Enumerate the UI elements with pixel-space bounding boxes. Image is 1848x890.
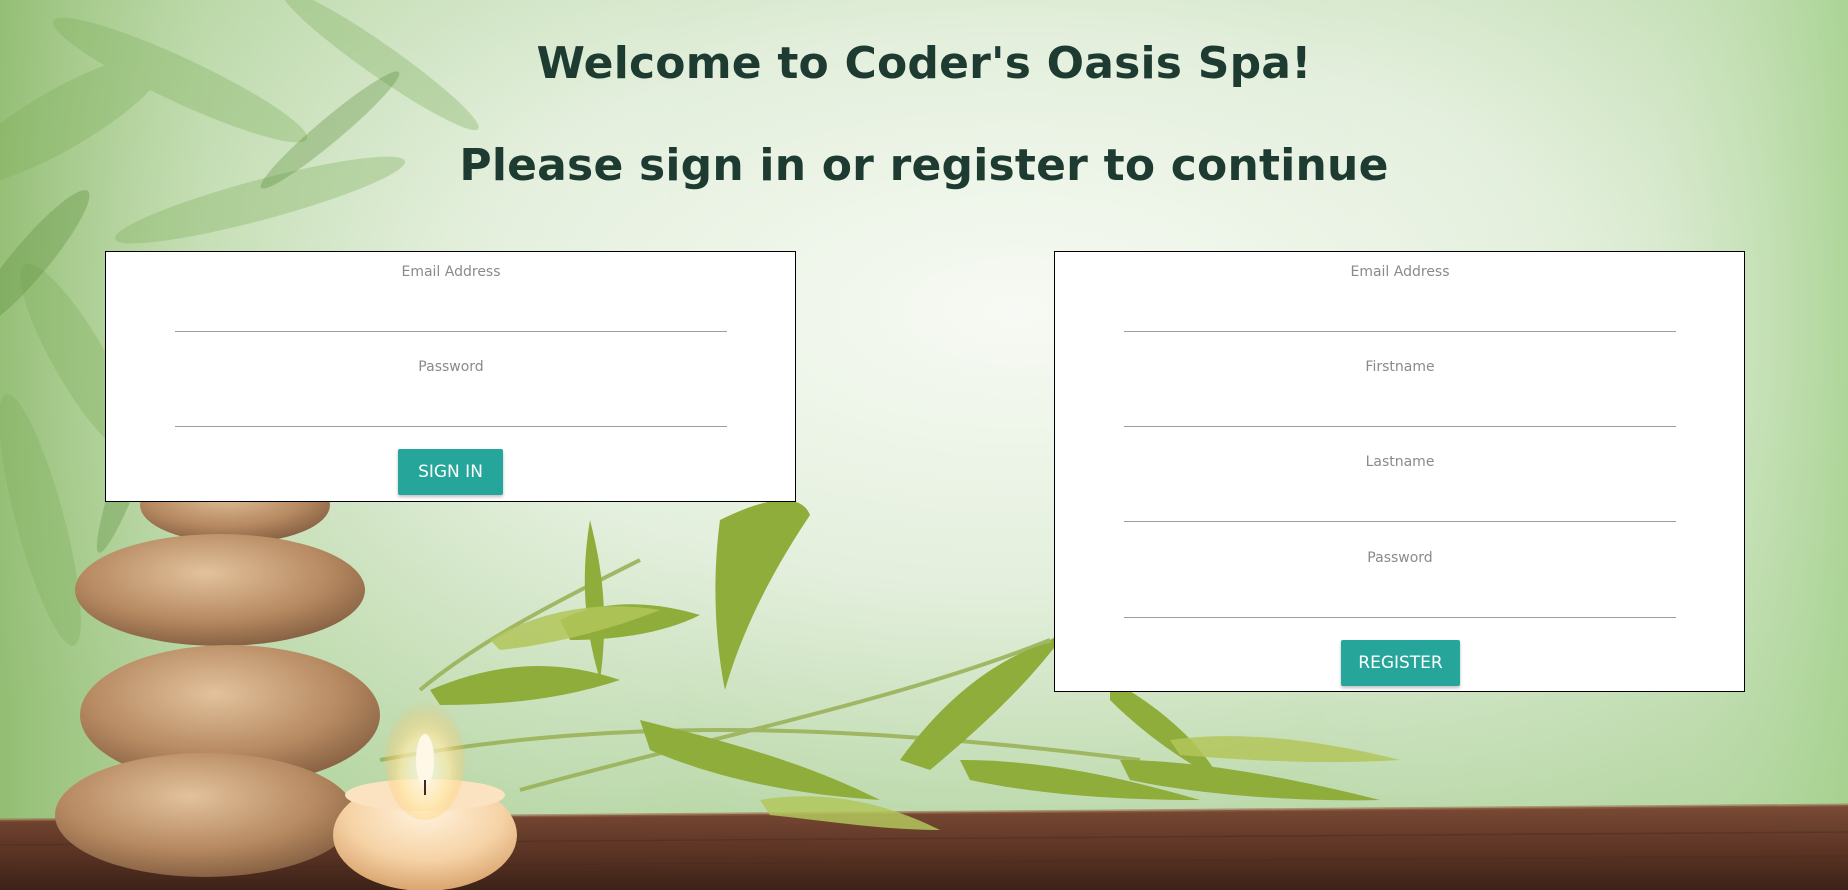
signin-email-field: Email Address — [175, 252, 727, 342]
signin-email-label: Email Address — [401, 264, 501, 280]
register-button[interactable]: REGISTER — [1341, 640, 1460, 686]
register-firstname-field: Firstname — [1124, 347, 1676, 437]
sign-in-form: Email Address Password SIGN IN — [105, 251, 796, 502]
signin-password-field: Password — [175, 347, 727, 437]
register-email-input[interactable] — [1124, 296, 1676, 332]
register-form: Email Address Firstname Lastname Passwor… — [1054, 251, 1745, 692]
register-lastname-field: Lastname — [1124, 442, 1676, 532]
sign-in-button[interactable]: SIGN IN — [398, 449, 503, 495]
register-password-field: Password — [1124, 538, 1676, 628]
register-lastname-input[interactable] — [1124, 486, 1676, 522]
register-firstname-label: Firstname — [1365, 359, 1435, 375]
sign-in-prompt-heading: Please sign in or register to continue — [459, 140, 1389, 191]
register-firstname-input[interactable] — [1124, 391, 1676, 427]
register-email-label: Email Address — [1350, 264, 1450, 280]
signin-email-input[interactable] — [175, 296, 727, 332]
signin-password-label: Password — [418, 359, 484, 375]
signin-password-input[interactable] — [175, 391, 727, 427]
register-lastname-label: Lastname — [1365, 454, 1435, 470]
register-password-input[interactable] — [1124, 582, 1676, 618]
register-email-field: Email Address — [1124, 252, 1676, 342]
register-password-label: Password — [1367, 550, 1433, 566]
welcome-heading: Welcome to Coder's Oasis Spa! — [536, 38, 1312, 89]
